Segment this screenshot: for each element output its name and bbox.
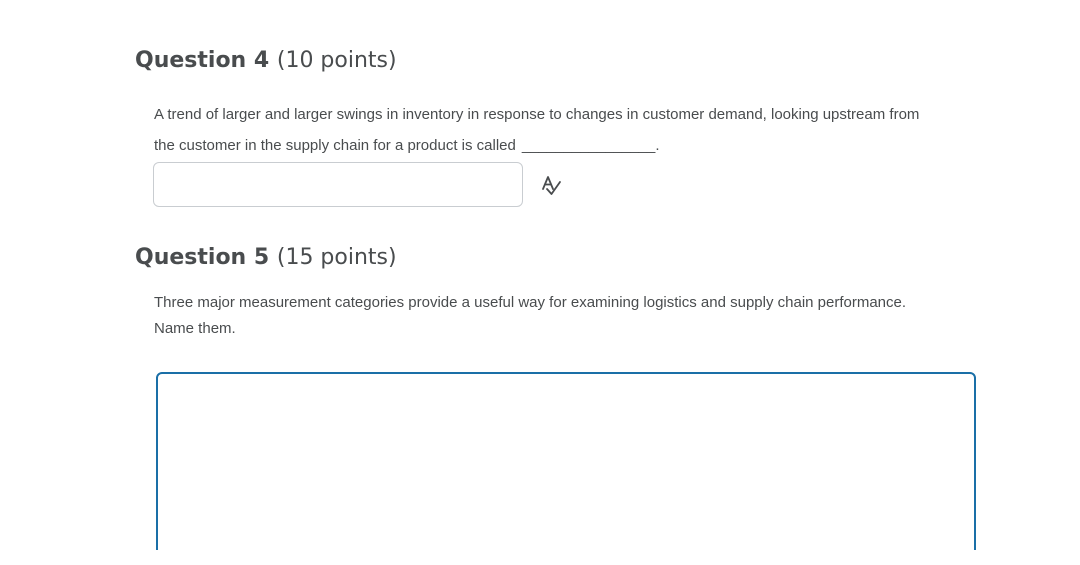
question-5-text-line2: Name them. — [154, 320, 236, 337]
quiz-page: Question 4 (10 points) A trend of larger… — [0, 0, 1080, 565]
fill-in-blank-line: ________________. — [521, 137, 660, 154]
spellcheck-icon[interactable] — [538, 172, 564, 198]
question-4-name: Question 4 — [135, 48, 270, 73]
question-4-text-line2-label: the customer in the supply chain for a p… — [154, 137, 516, 154]
question-5-text-line1: Three major measurement categories provi… — [154, 294, 907, 311]
viewport-bottom-edge — [0, 550, 1080, 565]
question-4-points: (10 points) — [276, 48, 397, 73]
question-5-title: Question 5 (15 points) — [135, 244, 397, 272]
question-4-answer-input[interactable] — [153, 162, 523, 207]
question-4-text-line2: the customer in the supply chain for a p… — [154, 137, 660, 154]
question-5-points: (15 points) — [276, 245, 397, 270]
question-4-text-line1: A trend of larger and larger swings in i… — [154, 106, 920, 123]
question-4-title: Question 4 (10 points) — [135, 47, 397, 75]
question-5-essay-textarea[interactable] — [156, 372, 976, 565]
question-5-name: Question 5 — [135, 245, 270, 270]
